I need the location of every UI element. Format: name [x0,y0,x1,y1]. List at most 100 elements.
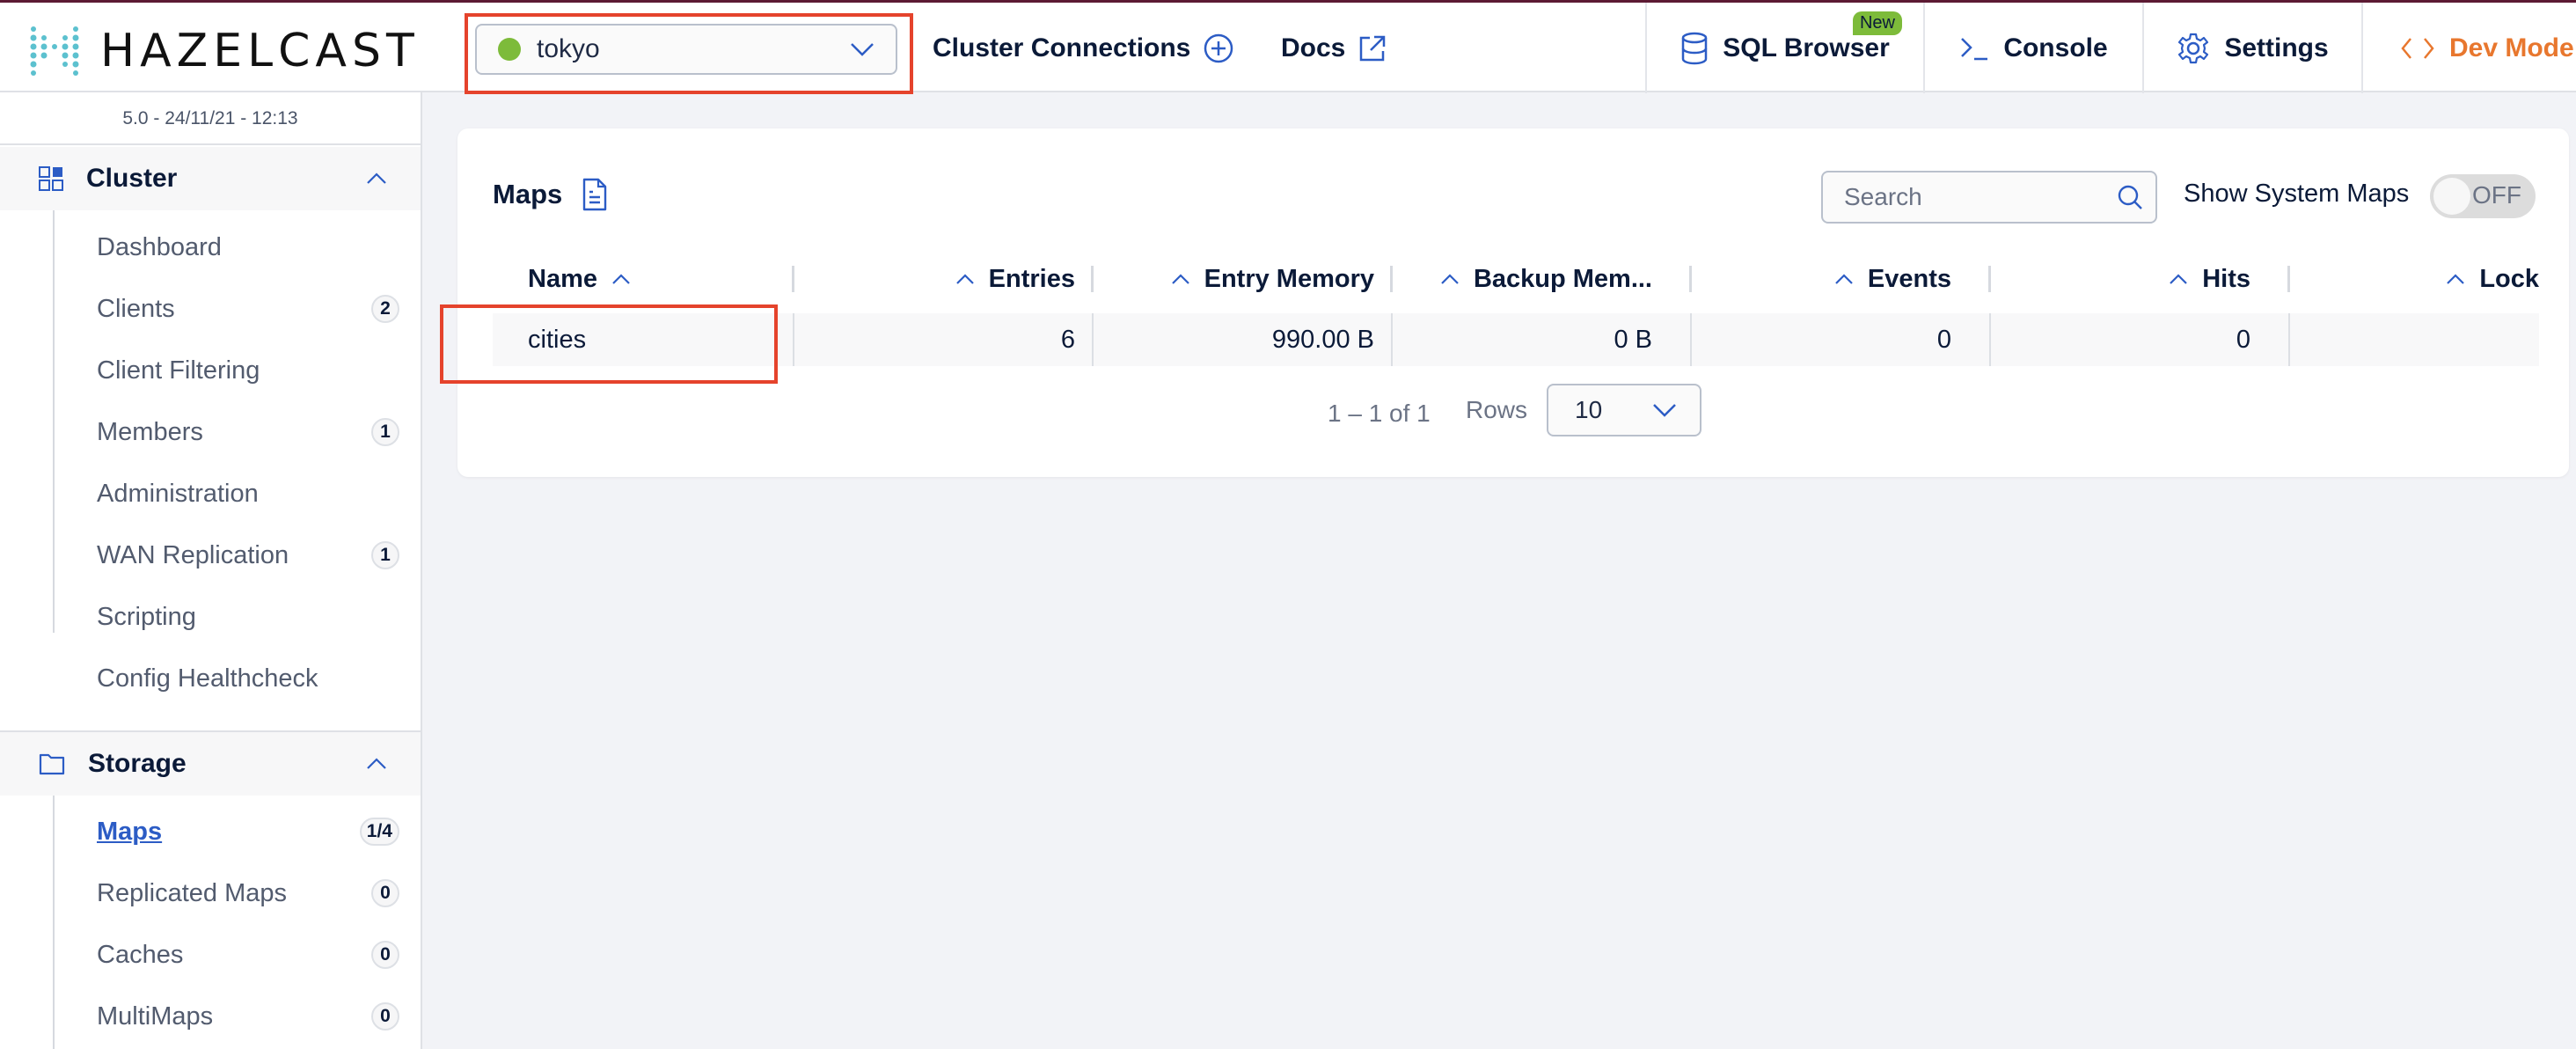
database-icon [1681,32,1708,64]
column-header-events[interactable]: Events [1689,259,1988,299]
column-header-label: Entry Memory [1204,264,1374,293]
cell-text: 0 [2236,325,2250,354]
column-header-label: Lock [2479,264,2539,293]
sql-browser-label: SQL Browser [1723,33,1890,62]
count-badge: 1 [371,418,399,446]
external-link-icon [1360,35,1386,61]
sort-ascending-icon [1171,274,1189,284]
sidebar-item-dashboard[interactable]: Dashboard [55,221,406,274]
sidebar-section-cluster-title: Cluster [86,164,178,193]
sidebar-item-label: Administration [97,479,259,508]
chevron-up-icon [367,758,386,769]
sidebar-section-storage[interactable]: Storage [0,732,421,796]
sort-ascending-icon [1835,274,1853,284]
sidebar-item-multimaps[interactable]: MultiMaps 0 [55,990,406,1043]
terminal-icon [1961,37,1988,60]
sidebar-item-clients[interactable]: Clients 2 [55,282,406,335]
cluster-connections-link[interactable]: Cluster Connections [933,3,1234,93]
count-badge: 0 [371,941,399,969]
show-system-maps-toggle[interactable]: OFF [2430,174,2536,218]
sidebar-item-label: MultiMaps [97,1001,214,1031]
count-badge: 2 [371,295,399,323]
sort-ascending-icon [612,274,630,284]
cell-text: 0 [1936,325,1951,354]
logo-mark-icon [30,26,79,76]
rows-per-page-label: Rows [1466,396,1528,423]
sort-ascending-icon [955,274,974,284]
sidebar: 5.0 - 24/11/21 - 12:13 Cluster Dashboard… [0,92,422,1049]
folder-icon [39,753,65,775]
sidebar-item-label: Replicated Maps [97,878,287,907]
docs-label: Docs [1281,33,1346,62]
column-header-label: Hits [2202,264,2250,293]
count-badge: 1 [371,541,399,569]
show-system-maps-label: Show System Maps [2184,180,2410,208]
sidebar-item-caches[interactable]: Caches 0 [55,928,406,981]
sidebar-item-label: Maps [97,817,163,846]
cell-text: 0 B [1614,325,1652,354]
column-header-hits[interactable]: Hits [1988,259,2287,299]
search-input[interactable] [1844,183,2117,211]
document-icon[interactable] [582,178,608,211]
sidebar-item-label: Caches [97,940,184,969]
count-badge: 0 [371,879,399,907]
sort-ascending-icon [1441,274,1459,284]
cell-backup-memory: 0 B [1392,313,1689,366]
column-header-entry-memory[interactable]: Entry Memory [1091,259,1390,299]
sort-ascending-icon [2170,274,2187,284]
column-header-name[interactable]: Name [528,259,645,299]
sidebar-item-label: Members [97,417,203,446]
maps-card: Maps Show System Maps OFF Name Entries E… [440,128,2569,477]
sidebar-item-label: Clients [97,294,175,323]
rows-per-page-value: 10 [1575,396,1603,423]
sidebar-section-cluster[interactable]: Cluster [0,147,421,210]
cell-text: 990.00 B [1271,325,1374,354]
dev-mode-label: Dev Mode [2449,33,2574,62]
sql-browser-nav[interactable]: SQL Browser New [1645,3,1923,93]
code-icon [2401,37,2434,59]
cluster-connections-label: Cluster Connections [933,33,1191,62]
cell-entry-memory: 990.00 B [1093,313,1390,366]
sidebar-item-wan-replication[interactable]: WAN Replication 1 [55,529,406,582]
sort-ascending-icon [2447,274,2465,284]
row-name-highlight [440,304,778,384]
pagination-range: 1 – 1 of 1 [1328,400,1431,427]
new-badge: New [1852,11,1902,35]
count-badge: 1/4 [359,818,399,846]
rows-per-page-select[interactable]: 10 [1547,384,1701,436]
search-box[interactable] [1821,171,2157,224]
console-label: Console [2003,33,2108,62]
chevron-up-icon [367,172,386,184]
console-nav[interactable]: Console [1923,3,2142,93]
cluster-select[interactable]: tokyo [475,24,897,75]
cell-hits: 0 [1990,313,2287,366]
settings-nav[interactable]: Settings [2142,3,2361,93]
sidebar-item-members[interactable]: Members 1 [55,406,406,458]
column-header-backup-memory[interactable]: Backup Mem... [1390,259,1689,299]
sidebar-item-scripting[interactable]: Scripting [55,591,406,643]
sidebar-item-maps[interactable]: Maps 1/4 [55,805,406,858]
count-badge: 0 [371,1002,399,1031]
sidebar-item-label: Scripting [97,602,196,631]
docs-link[interactable]: Docs [1281,3,1387,93]
sidebar-item-administration[interactable]: Administration [55,467,406,520]
column-header-label: Backup Mem... [1473,264,1652,293]
hazelcast-logo[interactable]: HAZELCAST [26,24,420,78]
column-header-lock[interactable]: Lock [2287,259,2539,299]
sidebar-item-config-healthcheck[interactable]: Config Healthcheck [55,652,406,705]
chevron-down-icon [1653,404,1676,417]
sidebar-item-label: Config Healthcheck [97,664,318,693]
top-bar: HAZELCAST tokyo Cluster Connections Docs… [0,0,2576,94]
cell-text: 6 [1060,325,1075,354]
sidebar-item-client-filtering[interactable]: Client Filtering [55,344,406,397]
toggle-knob [2433,178,2470,215]
cluster-select-value: tokyo [537,34,600,63]
sidebar-item-replicated-maps[interactable]: Replicated Maps 0 [55,867,406,920]
gear-icon [2178,33,2209,63]
search-icon[interactable] [2117,184,2143,210]
dev-mode-nav[interactable]: Dev Mode [2361,3,2576,93]
column-header-label: Events [1867,264,1951,293]
version-info: 5.0 - 24/11/21 - 12:13 [0,92,421,145]
toggle-state: OFF [2472,181,2521,209]
column-header-entries[interactable]: Entries [792,259,1091,299]
